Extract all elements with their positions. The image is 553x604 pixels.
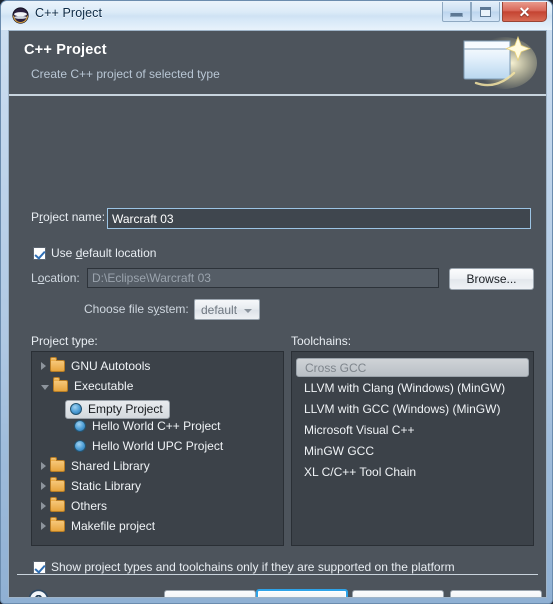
project-type-item[interactable]: GNU Autotools xyxy=(32,356,283,376)
project-type-item-label: Shared Library xyxy=(71,459,150,473)
project-type-item-label: Makefile project xyxy=(71,519,156,533)
project-type-item[interactable]: Makefile project xyxy=(32,516,283,536)
toolchain-item-label: Cross GCC xyxy=(305,360,367,375)
toolchain-item[interactable]: Microsoft Visual C++ xyxy=(292,419,533,440)
window-title: C++ Project xyxy=(35,6,103,20)
filesystem-selected-value: default xyxy=(201,303,238,317)
show-supported-only-label: Show project types and toolchains only i… xyxy=(51,560,455,574)
page-title: C++ Project xyxy=(24,42,107,58)
close-icon: ✕ xyxy=(518,3,531,20)
toolchain-item[interactable]: LLVM with Clang (Windows) (MinGW) xyxy=(292,377,533,398)
dot-icon xyxy=(74,440,86,452)
back-button[interactable]: < Back xyxy=(164,590,256,597)
toolchain-item-label: Microsoft Visual C++ xyxy=(304,422,415,437)
chevron-right-icon[interactable] xyxy=(41,522,46,530)
filesystem-label: Choose file system: xyxy=(84,302,189,316)
next-button[interactable]: Next > xyxy=(256,589,348,597)
use-default-location-checkbox[interactable] xyxy=(33,247,46,260)
project-type-item[interactable]: Others xyxy=(32,496,283,516)
finish-button[interactable]: Finish xyxy=(352,590,444,597)
project-type-item-label: Others xyxy=(71,499,108,513)
toolchain-item[interactable]: LLVM with GCC (Windows) (MinGW) xyxy=(292,398,533,419)
browse-button[interactable]: Browse... xyxy=(449,268,534,290)
project-type-item[interactable]: Shared Library xyxy=(32,456,283,476)
project-type-item[interactable]: Hello World C++ Project xyxy=(32,416,283,436)
project-type-item-label: Static Library xyxy=(71,479,142,493)
filesystem-select[interactable]: default xyxy=(194,299,260,320)
toolchain-item-label: LLVM with Clang (Windows) (MinGW) xyxy=(304,380,506,395)
toolchain-item[interactable]: MinGW GCC xyxy=(292,440,533,461)
toolchains-list[interactable]: Cross GCC LLVM with Clang (Windows) (MinG… xyxy=(291,351,534,546)
folder-icon xyxy=(50,357,65,372)
project-type-label: Project type: xyxy=(31,334,98,348)
project-type-item-label: GNU Autotools xyxy=(71,359,151,373)
chevron-down-icon[interactable] xyxy=(41,385,49,390)
folder-icon xyxy=(50,457,65,472)
folder-icon xyxy=(50,517,65,532)
dot-icon xyxy=(70,403,82,415)
project-type-tree[interactable]: GNU Autotools Executable Empty Project Hell… xyxy=(31,351,284,546)
chevron-right-icon[interactable] xyxy=(41,482,46,490)
help-icon[interactable]: ? ? xyxy=(28,589,49,598)
wizard-body: Project name: Use default location Locat… xyxy=(9,96,546,574)
minimize-button[interactable] xyxy=(442,2,471,22)
toolchain-item-label: MinGW GCC xyxy=(304,443,374,458)
maximize-icon xyxy=(480,6,491,17)
minimize-icon xyxy=(450,12,463,17)
wizard-dialog: C++ Project Create C++ project of select… xyxy=(8,30,547,598)
project-type-item[interactable]: Executable xyxy=(32,376,283,396)
close-button[interactable]: ✕ xyxy=(502,2,547,22)
wizard-header: C++ Project Create C++ project of select… xyxy=(9,31,546,96)
title-bar: C++ Project ✕ xyxy=(1,1,552,30)
chevron-right-icon[interactable] xyxy=(41,502,46,510)
project-name-label: Project name: xyxy=(31,210,106,224)
maximize-button[interactable] xyxy=(471,2,500,22)
svg-text:?: ? xyxy=(35,592,43,598)
use-default-location-label: Use default location xyxy=(51,246,157,260)
cancel-button[interactable]: Cancel xyxy=(450,590,542,597)
project-type-item-label: Hello World C++ Project xyxy=(92,419,221,433)
toolchain-item[interactable]: Cross GCC xyxy=(296,358,529,377)
chevron-down-icon xyxy=(244,309,252,313)
dot-icon xyxy=(74,420,86,432)
toolchain-item-label: LLVM with GCC (Windows) (MinGW) xyxy=(304,401,501,416)
location-label: Location: xyxy=(31,271,80,285)
eclipse-icon xyxy=(12,7,29,24)
page-subtitle: Create C++ project of selected type xyxy=(31,67,220,81)
dialog-window: C++ Project ✕ C++ Project Create C++ pro… xyxy=(0,0,553,604)
new-project-wizard-icon xyxy=(463,35,537,89)
folder-icon xyxy=(50,497,65,512)
chevron-right-icon[interactable] xyxy=(41,462,46,470)
folder-icon xyxy=(50,477,65,492)
chevron-right-icon[interactable] xyxy=(41,362,46,370)
folder-icon xyxy=(53,377,68,392)
project-type-item-label: Empty Project xyxy=(88,402,163,416)
project-type-item-label: Hello World UPC Project xyxy=(92,439,224,453)
toolchains-label: Toolchains: xyxy=(291,334,352,348)
toolchain-item[interactable]: XL C/C++ Tool Chain xyxy=(292,461,533,482)
toolchain-item-label: XL C/C++ Tool Chain xyxy=(304,464,417,479)
project-type-item[interactable]: Hello World UPC Project xyxy=(32,436,283,456)
show-supported-only-checkbox[interactable] xyxy=(33,561,46,574)
project-type-item-label: Executable xyxy=(74,379,134,393)
project-name-input[interactable] xyxy=(107,208,531,229)
project-type-item[interactable]: Static Library xyxy=(32,476,283,496)
location-input[interactable] xyxy=(87,268,439,288)
